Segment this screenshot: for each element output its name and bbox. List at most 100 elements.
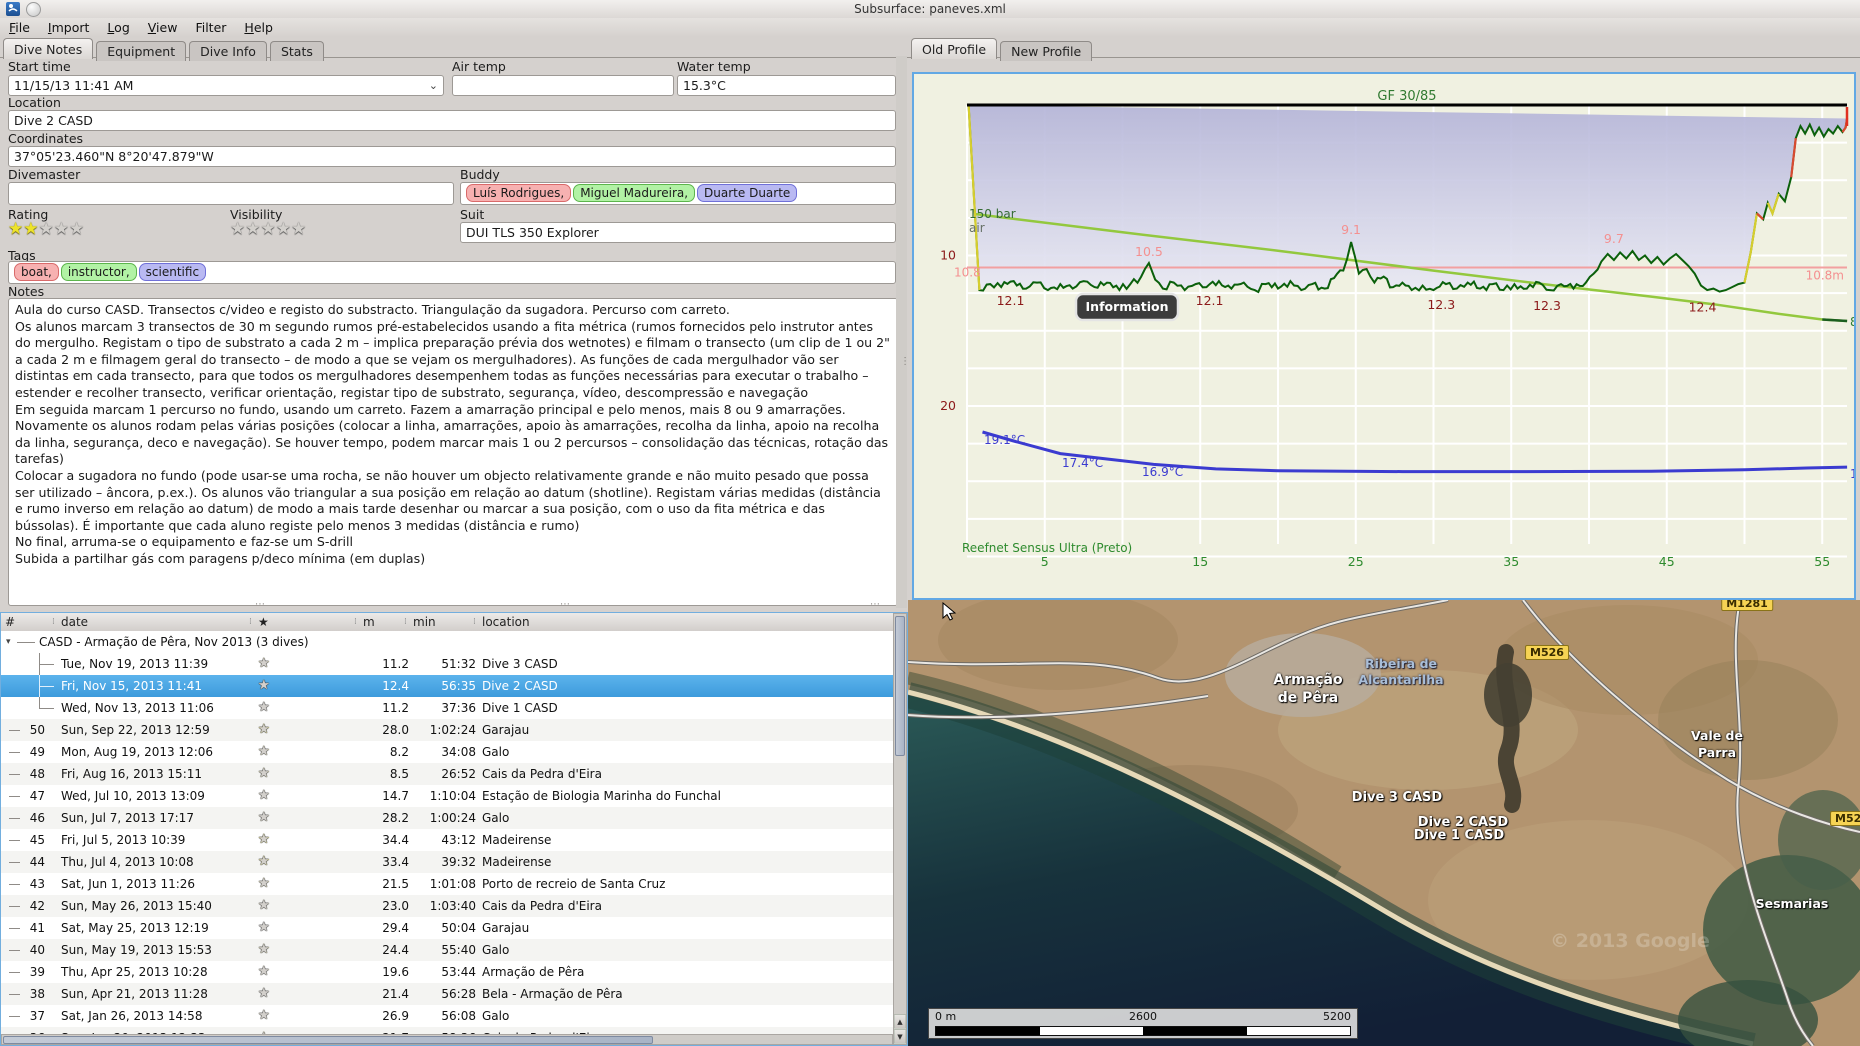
dive-depth: 34.4 (382, 833, 409, 847)
location-field[interactable]: Dive 2 CASD (8, 110, 896, 131)
dive-list-hscrollbar[interactable] (1, 1034, 893, 1045)
collapse-arrow-icon[interactable]: ▾ (6, 631, 11, 653)
water-temp-field[interactable]: 15.3°C (677, 75, 896, 96)
star-icon: ★ (258, 744, 270, 759)
scale-max: 5200 (1323, 1010, 1351, 1023)
dive-location: Galo (482, 811, 510, 825)
window-menu-button[interactable] (26, 2, 41, 17)
coordinates-field[interactable]: 37°05'23.460"N 8°20'47.879"W (8, 146, 896, 167)
tag-pill[interactable]: boat, (14, 263, 59, 281)
menu-file[interactable]: File (0, 18, 39, 37)
information-tooltip[interactable]: Information (1074, 292, 1180, 322)
table-row[interactable]: Fri, Nov 15, 2013 11:41 ★ ★ ★ ★ ★ 12.4 56:35 Div… (1, 675, 893, 697)
temperature-right-label: 16 (1850, 467, 1854, 481)
dive-number: 37 (29, 1009, 45, 1023)
table-row[interactable]: 38 Sun, Apr 21, 2013 11:28 ★ ★ ★ ★ ★ 21.4 56:28 B… (1, 983, 893, 1005)
menubar: File Import Log View Filter Help (0, 18, 1860, 37)
table-row[interactable]: Wed, Nov 13, 2013 11:06 ★ ★ ★ ★ ★ 11.2 37:36 Div… (1, 697, 893, 719)
coordinates-label: Coordinates (8, 131, 84, 146)
dive-date: Sun, Sep 22, 2013 12:59 (61, 723, 210, 737)
column-header-location[interactable]: location (473, 613, 682, 631)
chevron-down-icon[interactable]: ⌄ (429, 76, 438, 95)
tag-pill[interactable]: scientific (138, 263, 207, 281)
table-row[interactable]: 50 Sun, Sep 22, 2013 12:59 ★ ★ ★ ★ ★ 28.0 1:02:2… (1, 719, 893, 741)
map-label: Armação (1273, 672, 1343, 688)
dive-duration: 26:52 (441, 767, 476, 781)
dive-list-table[interactable]: #date★mminlocation ▾CASD - Armação de Pê… (0, 612, 908, 1046)
dive-profile-chart[interactable]: GF 30/85 150 barair 80 10 20 10.8m 10.8 12.1 10.… (912, 72, 1860, 600)
visibility-stars[interactable]: ★★★★★ (230, 219, 306, 239)
tag-pill[interactable]: instructor, (60, 263, 137, 281)
table-row[interactable]: 48 Fri, Aug 16, 2013 15:11 ★ ★ ★ ★ ★ 8.5 26:52 Ca… (1, 763, 893, 785)
vertical-splitter[interactable]: ⋯ (896, 56, 910, 608)
dive-list-header[interactable]: # date★ mminlocation (1, 613, 893, 632)
notes-textarea[interactable]: Aula do curso CASD. Transectos c/video e… (8, 298, 898, 606)
mouse-cursor (941, 601, 961, 622)
dive-location: Galo (482, 745, 510, 759)
table-row[interactable]: 39 Thu, Apr 25, 2013 10:28 ★ ★ ★ ★ ★ 19.6 53:44 A… (1, 961, 893, 983)
table-row[interactable]: 49 Mon, Aug 19, 2013 12:06 ★ ★ ★ ★ ★ 8.2 34:08 Ga… (1, 741, 893, 763)
column-header-★[interactable]: ★ (249, 613, 298, 631)
horizontal-splitter[interactable]: ⋯ (255, 599, 267, 610)
depth-annotation: 12.4 (1689, 300, 1717, 315)
table-row[interactable]: 41 Sat, May 25, 2013 12:19 ★ ★ ★ ★ ★ 29.4 50:04 G… (1, 917, 893, 939)
dive-site-map[interactable]: Armação de Pêra Ribeira de Alcantarilha M526… (908, 600, 1860, 1046)
menu-view[interactable]: View (139, 18, 187, 37)
mean-depth-label: 10.8m (1806, 269, 1844, 283)
table-row[interactable]: 42 Sun, May 26, 2013 15:40 ★ ★ ★ ★ ★ 23.0 1:03:4… (1, 895, 893, 917)
rating-stars[interactable]: ★★★★★ (8, 219, 84, 239)
column-header-min[interactable]: min (404, 613, 473, 631)
time-axis-tick: 55 (1814, 554, 1830, 569)
column-header-num[interactable]: # (5, 613, 45, 631)
tab-dive-notes[interactable]: Dive Notes (3, 38, 94, 59)
divemaster-field[interactable] (8, 182, 454, 205)
table-row[interactable]: 40 Sun, May 19, 2013 15:53 ★ ★ ★ ★ ★ 24.4 55:40 G… (1, 939, 893, 961)
menu-filter[interactable]: Filter (186, 18, 235, 37)
column-header-m[interactable]: m (354, 613, 409, 631)
tab-stats[interactable]: Stats (269, 41, 324, 61)
menu-log[interactable]: Log (98, 18, 138, 37)
scroll-down-button[interactable]: ▼ (894, 1029, 906, 1044)
air-temp-field[interactable] (452, 75, 674, 96)
dive-depth: 28.2 (382, 811, 409, 825)
window-title: Subsurface: paneves.xml (854, 2, 1006, 16)
dive-list-vscrollbar[interactable]: ▲ ▼ (893, 613, 907, 1045)
map-label: Parra (1697, 745, 1737, 760)
table-row[interactable]: 45 Fri, Jul 5, 2013 10:39 ★ ★ ★ ★ ★ 34.4 43:12 Ma… (1, 829, 893, 851)
table-row[interactable]: Tue, Nov 19, 2013 11:39 ★ ★ ★ ★ ★ 11.2 51:32 Div… (1, 653, 893, 675)
buddy-field[interactable]: Luís Rodrigues, Miguel Madureira, Duarte D… (460, 182, 896, 205)
table-row[interactable]: 37 Sat, Jan 26, 2013 14:58 ★ ★ ★ ★ ★ 26.9 56:08 G… (1, 1005, 893, 1027)
table-row[interactable]: 43 Sat, Jun 1, 2013 11:26 ★ ★ ★ ★ ★ 21.5 1:01:08… (1, 873, 893, 895)
scroll-up-button[interactable]: ▲ (894, 1014, 906, 1029)
suit-field[interactable]: DUI TLS 350 Explorer (460, 222, 896, 243)
tab-old-profile[interactable]: Old Profile (911, 38, 998, 59)
tab-new-profile[interactable]: New Profile (1000, 41, 1093, 61)
tag-pill[interactable]: Miguel Madureira, (573, 184, 696, 202)
dive-depth: 19.6 (382, 965, 409, 979)
location-label: Location (8, 95, 61, 110)
map-label: © 2013 Google (1550, 930, 1710, 952)
tags-field[interactable]: boat, instructor, scientific (8, 261, 896, 284)
tab-dive-info[interactable]: Dive Info (189, 41, 267, 61)
tab-equipment[interactable]: Equipment (96, 41, 187, 61)
star-icon: ★ (258, 832, 270, 847)
dive-number: 47 (29, 789, 45, 803)
temperature-line (982, 430, 1848, 474)
window-titlebar[interactable]: Subsurface: paneves.xml (0, 0, 1860, 19)
menu-import[interactable]: Import (39, 18, 99, 37)
table-row[interactable]: 44 Thu, Jul 4, 2013 10:08 ★ ★ ★ ★ ★ 33.4 39:32 Ma… (1, 851, 893, 873)
table-row[interactable]: 46 Sun, Jul 7, 2013 17:17 ★ ★ ★ ★ ★ 28.2 1:00:24… (1, 807, 893, 829)
dive-number: 40 (29, 943, 45, 957)
dive-duration: 1:02:24 (429, 723, 476, 737)
star-icon: ★ (23, 219, 39, 239)
column-header-date[interactable]: date (52, 613, 251, 631)
start-time-combobox[interactable]: 11/15/13 11:41 AM ⌄ (8, 75, 444, 96)
menu-help[interactable]: Help (235, 18, 282, 37)
tag-pill[interactable]: Luís Rodrigues, (466, 184, 572, 202)
time-axis-tick: 25 (1348, 554, 1364, 569)
table-row[interactable]: 47 Wed, Jul 10, 2013 13:09 ★ ★ ★ ★ ★ 14.7 1:10:0… (1, 785, 893, 807)
app-icon (6, 2, 20, 16)
trip-group-row[interactable]: ▾ CASD - Armação de Pêra, Nov 2013 (3 div… (1, 631, 893, 653)
dive-location: Porto de recreio de Santa Cruz (482, 877, 666, 891)
tag-pill[interactable]: Duarte Duarte (697, 184, 798, 202)
